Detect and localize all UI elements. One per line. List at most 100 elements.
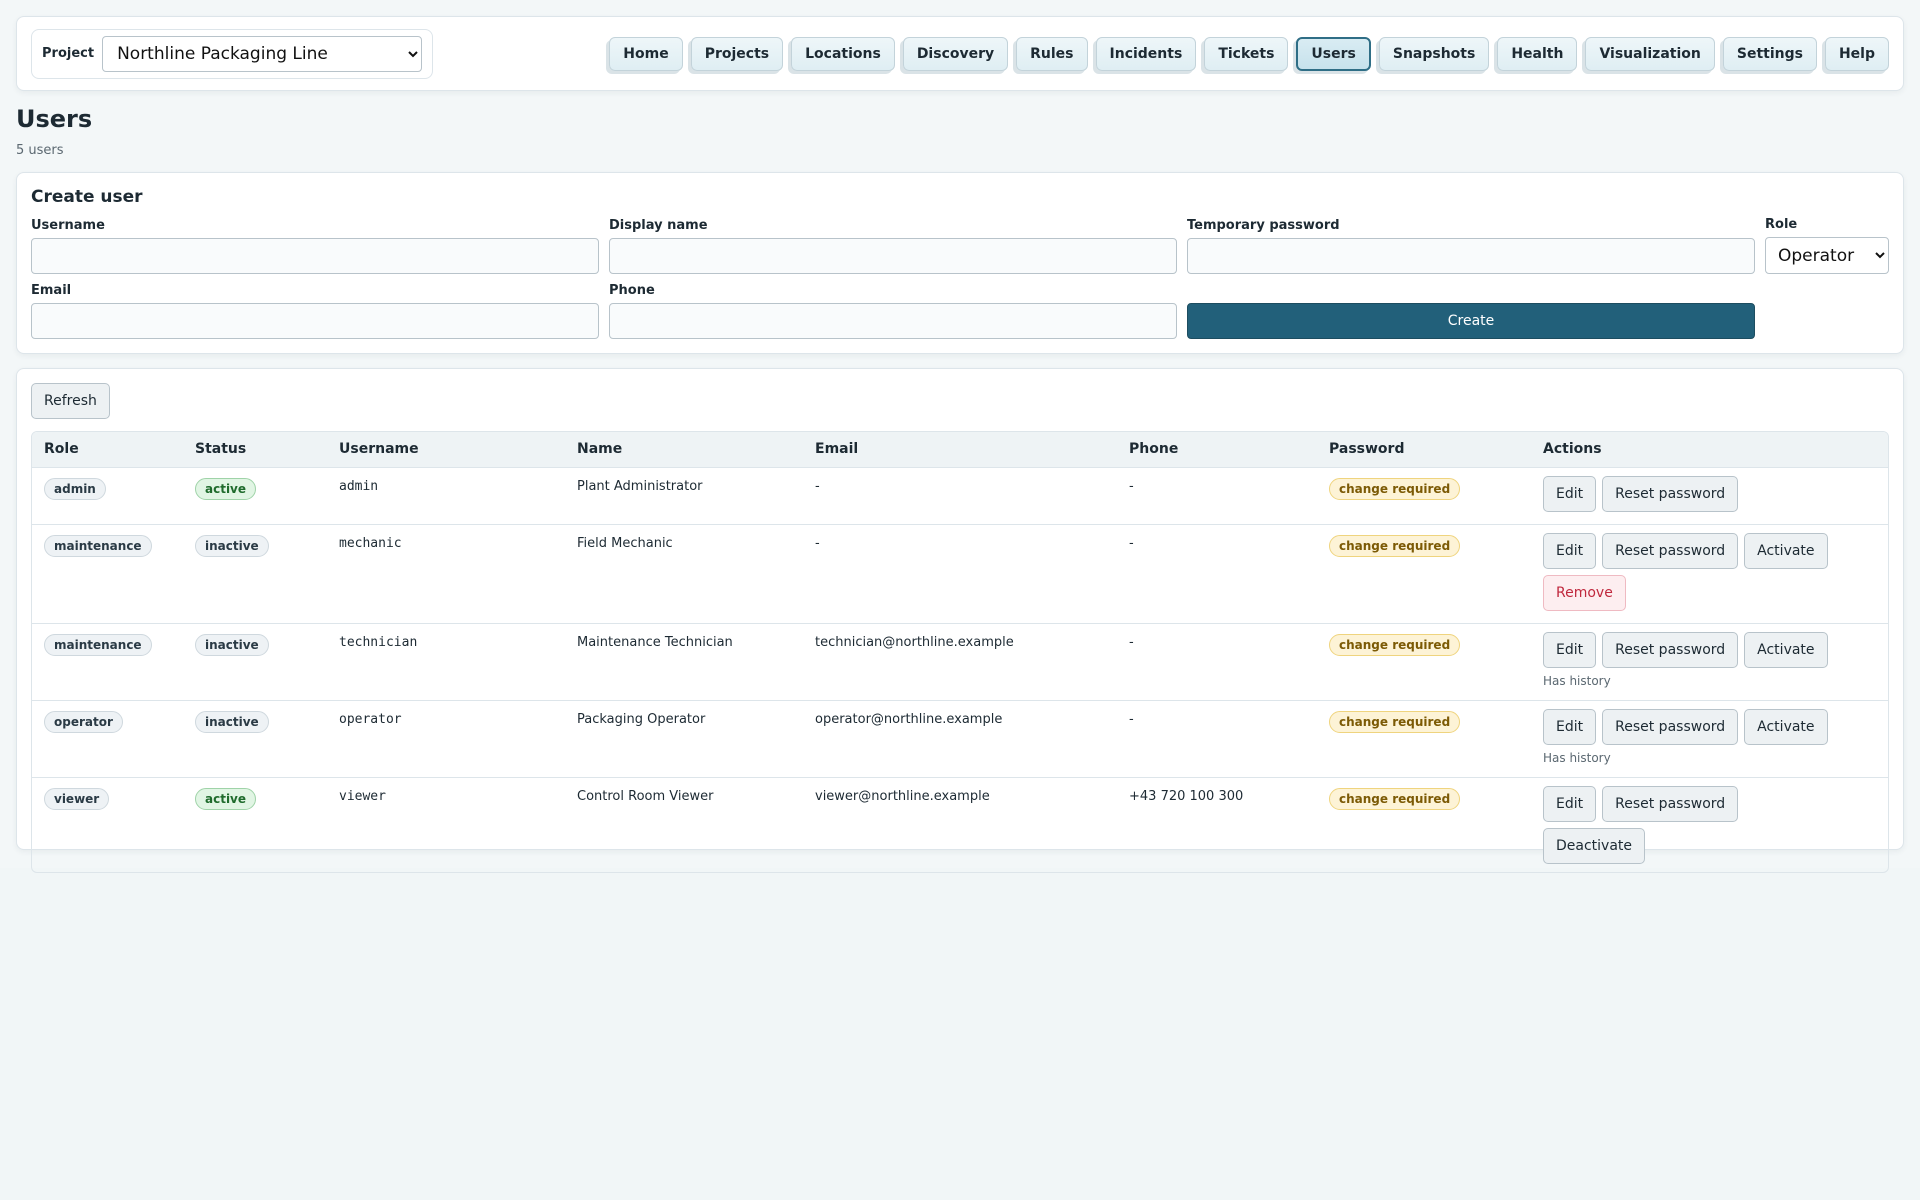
email-cell: - [815, 478, 820, 494]
column-header-actions: Actions [1531, 432, 1888, 468]
password-badge: change required [1329, 633, 1461, 656]
nav-incidents[interactable]: Incidents [1095, 36, 1197, 71]
project-select[interactable]: Northline Packaging Line [102, 35, 423, 72]
nav-tickets[interactable]: Tickets [1204, 36, 1289, 71]
nav-home[interactable]: Home [609, 36, 683, 71]
column-header-username: Username [327, 432, 565, 468]
edit-button[interactable]: Edit [1543, 631, 1597, 668]
name-cell: Control Room Viewer [577, 788, 714, 804]
table-row: maintenance inactive mechanic Field Mech… [32, 524, 1888, 624]
row-actions: Edit Reset password Activate [1543, 631, 1843, 668]
status-badge: inactive [195, 710, 269, 733]
nav-users[interactable]: Users [1296, 36, 1371, 71]
main-nav: Home Projects Locations Discovery Rules … [609, 36, 1889, 71]
row-actions: Edit Reset password [1543, 475, 1843, 512]
activate-button[interactable]: Activate [1744, 631, 1828, 668]
column-header-role: Role [32, 432, 183, 468]
users-table: Role Status Username Name Email Phone Pa… [31, 431, 1889, 873]
email-input[interactable] [31, 303, 599, 339]
name-cell: Packaging Operator [577, 711, 706, 727]
top-bar: Project Northline Packaging Line Home Pr… [16, 16, 1904, 91]
project-picker: Project Northline Packaging Line [31, 28, 434, 79]
username-input[interactable] [31, 238, 599, 274]
activate-button[interactable]: Activate [1744, 708, 1828, 745]
nav-snapshots[interactable]: Snapshots [1378, 36, 1490, 71]
user-count: 5 users [16, 143, 64, 158]
role-badge: maintenance [44, 633, 152, 656]
status-badge: inactive [195, 534, 269, 557]
create-user-title: Create user [31, 187, 143, 207]
create-user-card: Create user Username Display name Tempor… [16, 172, 1904, 354]
phone-cell: - [1129, 711, 1134, 727]
nav-help[interactable]: Help [1824, 36, 1889, 71]
table-header-row: Role Status Username Name Email Phone Pa… [32, 432, 1888, 468]
role-badge: maintenance [44, 534, 152, 557]
email-cell: technician@northline.example [815, 634, 1014, 650]
activate-button[interactable]: Activate [1744, 532, 1828, 569]
table-row: maintenance inactive technician Maintena… [32, 623, 1888, 701]
nav-projects[interactable]: Projects [690, 36, 784, 71]
password-badge: change required [1329, 477, 1461, 500]
phone-cell: - [1129, 535, 1134, 551]
remove-button[interactable]: Remove [1543, 574, 1626, 611]
reset-password-button[interactable]: Reset password [1602, 475, 1739, 512]
row-actions: Edit Reset password Activate [1543, 708, 1843, 745]
nav-health[interactable]: Health [1497, 36, 1578, 71]
status-badge: inactive [195, 633, 269, 656]
phone-cell: - [1129, 478, 1134, 494]
username-cell: viewer [339, 788, 386, 804]
nav-visualization[interactable]: Visualization [1585, 36, 1715, 71]
edit-button[interactable]: Edit [1543, 785, 1597, 822]
history-note: Has history [1543, 673, 1611, 688]
table-row: viewer active viewer Control Room Viewer… [32, 777, 1888, 872]
column-header-password: Password [1317, 432, 1531, 468]
nav-discovery[interactable]: Discovery [902, 36, 1009, 71]
phone-cell: +43 720 100 300 [1129, 788, 1244, 804]
users-list-card: Refresh Role Status Username Name Email … [16, 368, 1904, 873]
nav-settings[interactable]: Settings [1722, 36, 1817, 71]
name-cell: Field Mechanic [577, 535, 673, 551]
page: Project Northline Packaging Line Home Pr… [0, 0, 1920, 873]
role-select[interactable]: Operator [1765, 237, 1889, 274]
nav-locations[interactable]: Locations [791, 36, 895, 71]
username-label: Username [31, 218, 105, 233]
edit-button[interactable]: Edit [1543, 708, 1597, 745]
username-cell: operator [339, 711, 402, 727]
table-row: operator inactive operator Packaging Ope… [32, 700, 1888, 778]
column-header-name: Name [565, 432, 803, 468]
row-actions: Edit Reset password Activate Remove [1543, 532, 1843, 611]
phone-input[interactable] [609, 303, 1177, 339]
nav-rules[interactable]: Rules [1016, 36, 1088, 71]
display-name-label: Display name [609, 218, 708, 233]
password-badge: change required [1329, 787, 1461, 810]
username-cell: admin [339, 478, 379, 494]
temp-password-label: Temporary password [1187, 218, 1340, 233]
display-name-input[interactable] [609, 238, 1177, 274]
refresh-button[interactable]: Refresh [31, 383, 110, 419]
edit-button[interactable]: Edit [1543, 475, 1597, 512]
status-badge: active [195, 477, 257, 500]
password-badge: change required [1329, 534, 1461, 557]
temp-password-input[interactable] [1187, 238, 1755, 274]
project-label: Project [42, 46, 95, 61]
column-header-status: Status [183, 432, 327, 468]
table-row: admin active admin Plant Administrator -… [32, 467, 1888, 525]
email-label: Email [31, 283, 72, 298]
role-label: Role [1765, 217, 1798, 232]
history-note: Has history [1543, 750, 1611, 765]
reset-password-button[interactable]: Reset password [1602, 532, 1739, 569]
username-cell: mechanic [339, 535, 402, 551]
reset-password-button[interactable]: Reset password [1602, 785, 1739, 822]
reset-password-button[interactable]: Reset password [1602, 631, 1739, 668]
role-badge: admin [44, 477, 106, 500]
email-cell: - [815, 535, 820, 551]
row-actions: Edit Reset password Deactivate [1543, 785, 1843, 864]
create-button[interactable]: Create [1187, 303, 1755, 339]
edit-button[interactable]: Edit [1543, 532, 1597, 569]
password-badge: change required [1329, 710, 1461, 733]
reset-password-button[interactable]: Reset password [1602, 708, 1739, 745]
phone-label: Phone [609, 283, 655, 298]
phone-cell: - [1129, 634, 1134, 650]
deactivate-button[interactable]: Deactivate [1543, 827, 1646, 864]
column-header-phone: Phone [1117, 432, 1317, 468]
